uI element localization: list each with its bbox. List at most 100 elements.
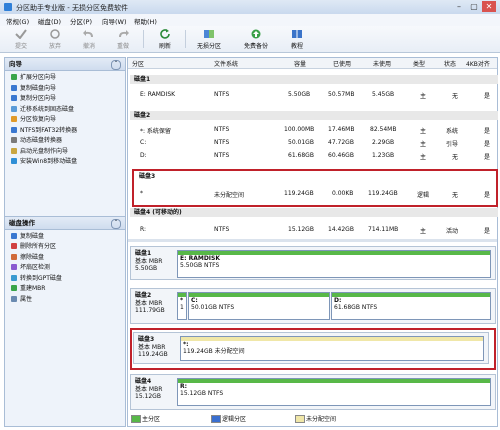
disk-ops-header[interactable]: 磁盘操作 ˆ	[5, 215, 125, 230]
disk-name: 磁盘3	[138, 336, 155, 343]
partition-label: D:	[334, 297, 342, 304]
partition-label: R:	[180, 383, 188, 390]
disk-size: 5.50GB	[135, 265, 158, 272]
partition-info: 50.01GB NTFS	[191, 304, 235, 311]
wizard-item-copy-disk[interactable]: 复制磁盘向导	[5, 84, 125, 95]
wizard-item-label: 启动光盘制作向导	[20, 147, 69, 155]
disk-group-header[interactable]: 磁盘2	[130, 111, 498, 120]
title-bar: 分区助手专业版 - 无损分区免费软件 – ▢ ✕	[0, 0, 500, 15]
partition-block[interactable]: C: 50.01GB NTFS	[188, 292, 330, 320]
cell-capacity: 61.68GB	[288, 152, 314, 159]
maximize-button[interactable]: ▢	[467, 1, 481, 12]
refresh-button[interactable]: 刷新	[148, 29, 182, 50]
minimize-button[interactable]: –	[452, 1, 466, 12]
wizard-item-extend[interactable]: 扩展分区向导	[5, 73, 125, 84]
table-row[interactable]: * 未分配空间 119.24GB 0.00KB 119.24GB 逻辑 无 是	[130, 188, 494, 199]
cell-type: 逻辑	[417, 192, 430, 199]
partition-block[interactable]: E: RAMDISK 5.50GB NTFS	[177, 250, 491, 278]
wizard-item-copy-partition[interactable]: 复制分区向导	[5, 94, 125, 105]
splitter[interactable]	[128, 239, 497, 242]
wizard-item-win8-usb[interactable]: 安装Win8到移动磁盘	[5, 157, 125, 168]
cell-fs: NTFS	[214, 91, 230, 98]
menu-partition[interactable]: 分区(P)	[70, 16, 92, 26]
op-copy-disk[interactable]: 复制磁盘	[5, 232, 125, 243]
op-label: 删除所有分区	[20, 243, 57, 250]
cell-type: 主	[420, 141, 427, 148]
redo-label: 重做	[116, 43, 129, 50]
disk-map-1[interactable]: 磁盘1 基本 MBR 5.50GB E: RAMDISK 5.50GB NTFS	[130, 246, 496, 280]
legend-logical: 逻辑分区	[222, 416, 247, 423]
partition-label: C:	[191, 297, 198, 304]
op-wipe-disk[interactable]: 擦除磁盘	[5, 253, 125, 264]
col-partition[interactable]: 分区	[132, 59, 144, 68]
col-4k-align[interactable]: 4KB对齐	[466, 59, 490, 68]
partition-block[interactable]: *: 119.24GB 未分配空间	[180, 336, 484, 361]
disk-map-2[interactable]: 磁盘2 基本 MBR 111.79GB * 1 C: 50.01GB NTFS …	[130, 288, 496, 324]
op-bad-sector[interactable]: 坏扇区检测	[5, 263, 125, 274]
menu-wizard[interactable]: 向导(W)	[102, 16, 127, 26]
disk-type: 基本 MBR	[138, 343, 166, 351]
partition-block[interactable]: D: 61.68GB NTFS	[331, 292, 491, 320]
op-rebuild-mbr[interactable]: 重建MBR	[5, 284, 125, 295]
menu-disk[interactable]: 磁盘(D)	[38, 16, 61, 26]
wizard-item-ntfs-fat32[interactable]: NTFS到FAT32转换器	[5, 126, 125, 137]
table-row[interactable]: *: 系统保留 NTFS 100.00MB 17.46MB 82.54MB 主 …	[130, 124, 494, 135]
table-row[interactable]: D: NTFS 61.68GB 60.46GB 1.23GB 主 无 是	[130, 150, 494, 161]
table-row[interactable]: R: NTFS 15.12GB 14.42GB 714.11MB 主 活动 是	[130, 224, 494, 235]
cell-fs: NTFS	[214, 139, 230, 146]
close-button[interactable]: ✕	[482, 1, 496, 12]
cell-partition: *: 系统保留	[140, 128, 171, 135]
table-row[interactable]: E: RAMDISK NTFS 5.50GB 50.57MB 5.45GB 主 …	[130, 89, 494, 100]
wizard-item-recovery[interactable]: 分区恢复向导	[5, 115, 125, 126]
menu-general[interactable]: 常规(G)	[6, 16, 29, 26]
undo-button[interactable]: 撤消	[72, 29, 106, 50]
menu-help[interactable]: 帮助(H)	[134, 16, 157, 26]
disk-group-header[interactable]: 磁盘3	[135, 172, 493, 181]
partition-block[interactable]: R: 15.12GB NTFS	[177, 378, 491, 406]
partition-label: E: RAMDISK	[180, 255, 221, 262]
cell-capacity: 15.12GB	[288, 226, 314, 233]
cell-status: 活动	[446, 228, 459, 235]
cell-free: 119.24GB	[368, 190, 398, 197]
col-used[interactable]: 已使用	[333, 59, 351, 68]
submit-label: 提交	[14, 43, 27, 50]
op-delete-all[interactable]: 删除所有分区	[5, 242, 125, 253]
wizard-item-label: 分区恢复向导	[20, 116, 57, 123]
col-filesystem[interactable]: 文件系统	[214, 59, 238, 68]
backup-icon	[250, 29, 262, 39]
free-backup-button[interactable]: 免费备份	[236, 29, 276, 50]
op-properties[interactable]: 属性	[5, 295, 125, 306]
collapse-icon[interactable]: ˆ	[111, 60, 121, 70]
wizard-list: 扩展分区向导 复制磁盘向导 复制分区向导 迁移系统到固态磁盘 分区恢复向导 NT…	[5, 71, 125, 168]
app-icon	[4, 3, 12, 11]
disk-group-header[interactable]: 磁盘4 (可移动的)	[130, 208, 498, 217]
table-row[interactable]: C: NTFS 50.01GB 47.72GB 2.29GB 主 引导 是	[130, 137, 494, 148]
disk-group-header[interactable]: 磁盘1	[130, 75, 498, 84]
partition-label: *	[180, 297, 184, 304]
delete-icon	[11, 243, 17, 249]
tutorial-button[interactable]: 教程	[280, 29, 314, 50]
col-free[interactable]: 未使用	[373, 59, 391, 68]
disk-map-4[interactable]: 磁盘4 基本 MBR 15.12GB R: 15.12GB NTFS	[130, 374, 496, 410]
col-status[interactable]: 状态	[444, 59, 456, 68]
col-capacity[interactable]: 容量	[294, 59, 306, 68]
cell-free: 714.11MB	[368, 226, 399, 233]
wizard-item-dynamic-disk[interactable]: 动态磁盘转换器	[5, 136, 125, 147]
op-convert-gpt[interactable]: 转换到GPT磁盘	[5, 274, 125, 285]
cell-used: 50.57MB	[328, 91, 355, 98]
cell-type: 主	[420, 128, 427, 135]
discard-button[interactable]: 放弃	[38, 29, 72, 50]
redo-button[interactable]: 重做	[106, 29, 140, 50]
collapse-icon[interactable]: ˆ	[111, 218, 121, 229]
disk-map-3[interactable]: 磁盘3 基本 MBR 119.24GB *: 119.24GB 未分配空间	[133, 332, 489, 364]
wizard-item-migrate-os[interactable]: 迁移系统到固态磁盘	[5, 105, 125, 116]
lossless-partition-button[interactable]: 无损分区	[190, 29, 228, 50]
copy-disk-icon	[11, 84, 17, 91]
recovery-icon	[11, 116, 17, 122]
cell-align: 是	[484, 141, 491, 148]
wizard-item-boot-cd[interactable]: 启动光盘制作向导	[5, 147, 125, 158]
submit-button[interactable]: 提交	[4, 29, 38, 50]
col-type[interactable]: 类型	[413, 59, 425, 68]
wizard-header[interactable]: 向导 ˆ	[5, 58, 125, 71]
partition-block[interactable]: * 1	[177, 292, 187, 320]
